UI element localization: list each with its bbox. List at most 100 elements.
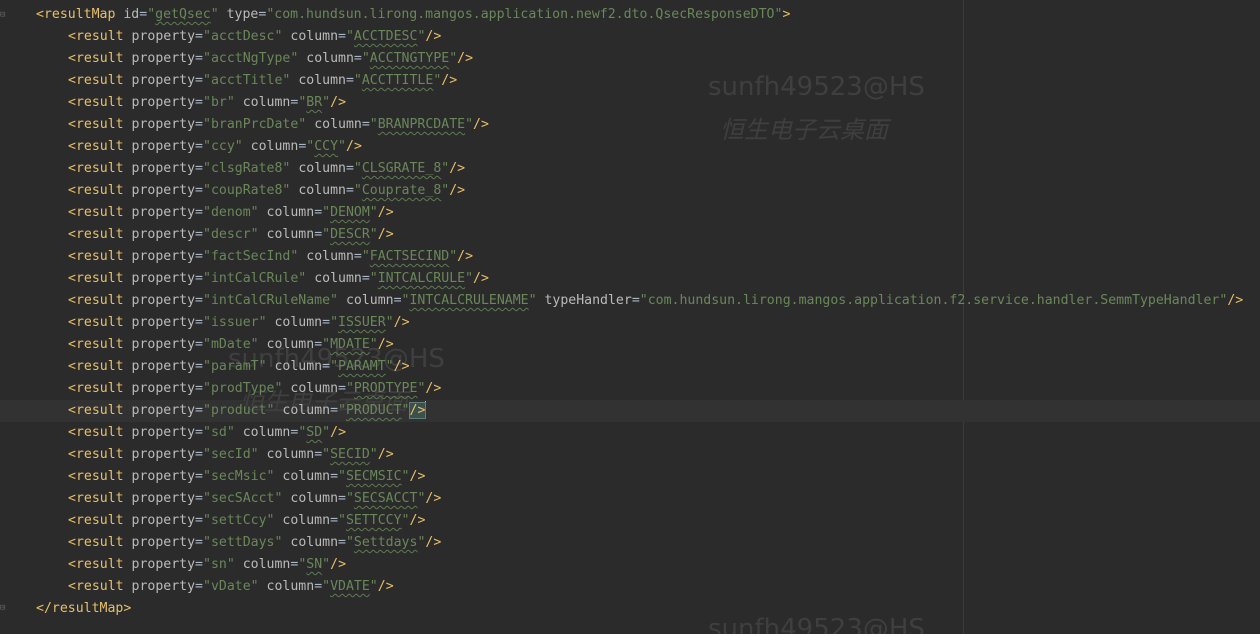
resultmap-type-value: com.hundsun.lirong.mangos.application.ne…: [274, 7, 775, 22]
result-tag: <result: [68, 535, 124, 550]
attr-property: property: [123, 95, 196, 110]
code-line-result[interactable]: <result property="sd" column="SD"/>: [0, 422, 1260, 444]
attr-property: property: [123, 535, 196, 550]
code-line-result[interactable]: <result property="br" column="BR"/>: [0, 92, 1260, 114]
attr-column: column: [266, 359, 323, 374]
column-value: ACCTDESC: [353, 29, 418, 44]
code-line-result[interactable]: <result property="secId" column="SECID"/…: [0, 444, 1260, 466]
code-line-result[interactable]: <result property="acctDesc" column="ACCT…: [0, 26, 1260, 48]
column-value: FACTSECIND: [369, 249, 450, 264]
property-value: prodType: [210, 381, 275, 396]
attr-property: property: [123, 183, 196, 198]
property-value: ccy: [210, 139, 235, 154]
property-value: settDays: [210, 535, 275, 550]
code-line-result[interactable]: <result property="settDays" column="Sett…: [0, 532, 1260, 554]
code-line-result[interactable]: <result property="branPrcDate" column="B…: [0, 114, 1260, 136]
attr-property: property: [123, 139, 196, 154]
result-tag: <result: [68, 117, 124, 132]
column-value: SECID: [330, 447, 370, 462]
column-value: DESCR: [330, 227, 370, 242]
property-value: vDate: [210, 579, 251, 594]
code-line-resultmap-open[interactable]: <resultMap id="getQsec" type="com.hundsu…: [0, 4, 1260, 26]
attr-property: property: [123, 491, 196, 506]
code-line-result[interactable]: <result property="denom" column="DENOM"/…: [0, 202, 1260, 224]
attr-column: column: [234, 95, 291, 110]
column-value: PRODTYPE: [353, 381, 418, 396]
attr-property: property: [123, 381, 196, 396]
code-line-result[interactable]: <result property="issuer" column="ISSUER…: [0, 312, 1260, 334]
text-caret: [425, 401, 427, 417]
attr-column: column: [338, 293, 394, 308]
code-area[interactable]: <resultMap id="getQsec" type="com.hundsu…: [0, 4, 1260, 620]
code-line-result[interactable]: <result property="paramT" column="PARAMT…: [0, 356, 1260, 378]
code-line-result[interactable]: <result property="product" column="PRODU…: [0, 400, 1260, 422]
code-line-result[interactable]: <result property="secSAcct" column="SECS…: [0, 488, 1260, 510]
property-value: acctTitle: [210, 73, 283, 88]
attr-column: column: [298, 249, 354, 264]
property-value: acctNgType: [210, 51, 291, 66]
code-editor[interactable]: ⊟ ⊟ sunfh49523@HS 恒生电子云桌面 sunfh49523@HS …: [0, 0, 1260, 634]
result-tag: <result: [68, 95, 124, 110]
attr-property: property: [123, 513, 196, 528]
code-line-resultmap-close[interactable]: </resultMap>: [0, 598, 1260, 620]
attr-property: property: [123, 425, 196, 440]
column-value: MDATE: [330, 337, 370, 352]
column-value: Settdays: [353, 535, 418, 550]
attr-column: column: [258, 447, 315, 462]
column-value: INTCALCRULE: [377, 271, 466, 286]
code-line-result[interactable]: <result property="factSecInd" column="FA…: [0, 246, 1260, 268]
code-line-result[interactable]: <result property="descr" column="DESCR"/…: [0, 224, 1260, 246]
column-value: SECMSIC: [345, 469, 402, 484]
column-value: SETTCCY: [345, 513, 402, 528]
code-line-result[interactable]: <result property="coupRate8" column="Cou…: [0, 180, 1260, 202]
property-value: secId: [210, 447, 251, 462]
attr-column: column: [290, 73, 346, 88]
attr-property: property: [123, 447, 196, 462]
code-line-result[interactable]: <result property="intCalCRuleName" colum…: [0, 290, 1260, 312]
attr-property: property: [123, 117, 196, 132]
code-line-result[interactable]: <result property="vDate" column="VDATE"/…: [0, 576, 1260, 598]
result-tag: <result: [68, 359, 124, 374]
attr-column: column: [258, 337, 315, 352]
column-value: Couprate_8: [361, 183, 442, 198]
attr-property: property: [123, 469, 196, 484]
property-value: intCalCRule: [210, 271, 299, 286]
property-value: acctDesc: [210, 29, 275, 44]
code-line-result[interactable]: <result property="settCcy" column="SETTC…: [0, 510, 1260, 532]
attr-property: property: [123, 579, 196, 594]
attr-property: property: [123, 271, 196, 286]
attr-property: property: [123, 29, 196, 44]
result-tag: <result: [68, 315, 124, 330]
result-tag: <result: [68, 249, 124, 264]
attr-column: column: [234, 425, 291, 440]
result-tag: <result: [68, 491, 124, 506]
code-line-result[interactable]: <result property="acctTitle" column="ACC…: [0, 70, 1260, 92]
attr-column: column: [306, 271, 362, 286]
code-line-result[interactable]: <result property="mDate" column="MDATE"/…: [0, 334, 1260, 356]
column-value: PARAMT: [338, 359, 386, 374]
code-line-result[interactable]: <result property="intCalCRule" column="I…: [0, 268, 1260, 290]
column-value: ACCTTITLE: [361, 73, 434, 88]
property-value: denom: [210, 205, 251, 220]
code-line-result[interactable]: <result property="acctNgType" column="AC…: [0, 48, 1260, 70]
attr-column: column: [266, 315, 323, 330]
attr-column: column: [290, 161, 346, 176]
property-value: mDate: [210, 337, 251, 352]
attr-column: column: [258, 227, 315, 242]
result-tag: <result: [68, 425, 124, 440]
code-line-result[interactable]: <result property="prodType" column="PROD…: [0, 378, 1260, 400]
attr-column: column: [298, 51, 354, 66]
code-line-result[interactable]: <result property="clsgRate8" column="CLS…: [0, 158, 1260, 180]
result-tag: <result: [68, 293, 124, 308]
property-value: secMsic: [210, 469, 267, 484]
property-value: intCalCRuleName: [210, 293, 331, 308]
result-tag: <result: [68, 73, 124, 88]
property-value: issuer: [210, 315, 259, 330]
code-line-result[interactable]: <result property="ccy" column="CCY"/>: [0, 136, 1260, 158]
code-line-result[interactable]: <result property="secMsic" column="SECMS…: [0, 466, 1260, 488]
property-value: branPrcDate: [210, 117, 299, 132]
attr-column: column: [274, 469, 331, 484]
code-line-result[interactable]: <result property="sn" column="SN"/>: [0, 554, 1260, 576]
attr-property: property: [123, 249, 196, 264]
property-value: br: [210, 95, 227, 110]
